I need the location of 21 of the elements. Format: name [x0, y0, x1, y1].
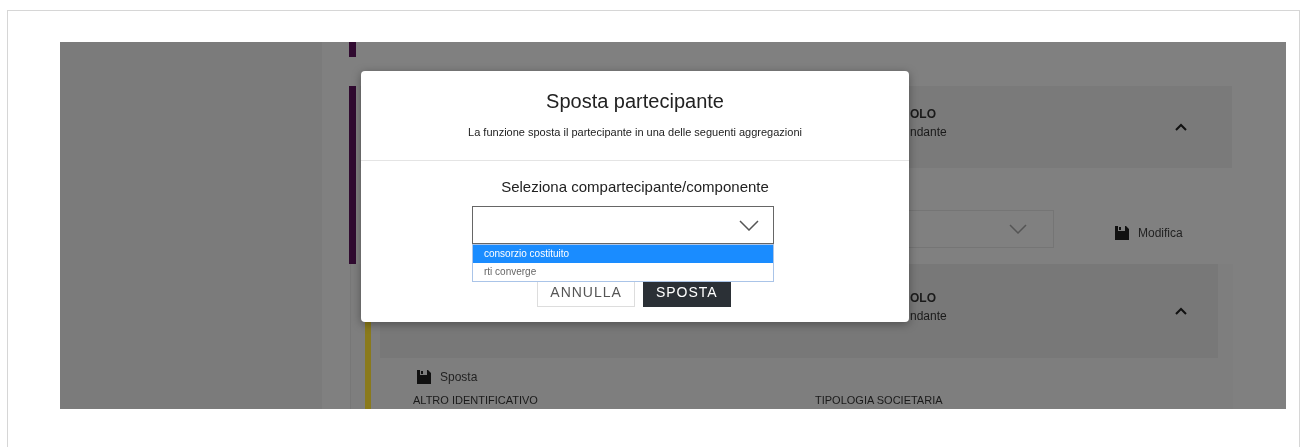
- chevron-down-icon: [739, 219, 759, 231]
- save-icon: [1115, 226, 1129, 240]
- chevron-down-icon: [1009, 224, 1027, 234]
- caret-up-icon[interactable]: [1175, 307, 1187, 315]
- field-label: ALTRO IDENTIFICATIVO: [413, 394, 539, 406]
- dropdown-option[interactable]: consorzio costituito: [473, 245, 773, 263]
- select-label: Seleziona compartecipante/componente: [501, 178, 769, 195]
- select-field[interactable]: [472, 206, 774, 244]
- card-title: OLO: [910, 107, 937, 121]
- accent-bar: [349, 42, 356, 57]
- move-button[interactable]: Sposta: [417, 370, 1218, 384]
- select-field[interactable]: [909, 210, 1054, 248]
- dialog-title: Sposta partecipante: [546, 90, 724, 113]
- card-subtitle: ndante: [910, 309, 948, 323]
- card-subtitle: ndante: [910, 125, 948, 139]
- dialog-subtitle: La funzione sposta il partecipante in una delle seguenti aggregazioni: [468, 126, 802, 138]
- caret-up-icon[interactable]: [1175, 123, 1187, 131]
- edit-button[interactable]: Modifica: [1115, 226, 1183, 240]
- save-icon: [417, 370, 431, 384]
- card-title: OLO: [910, 291, 937, 305]
- field-label: TIPOLOGIA SOCIETARIA: [815, 394, 944, 406]
